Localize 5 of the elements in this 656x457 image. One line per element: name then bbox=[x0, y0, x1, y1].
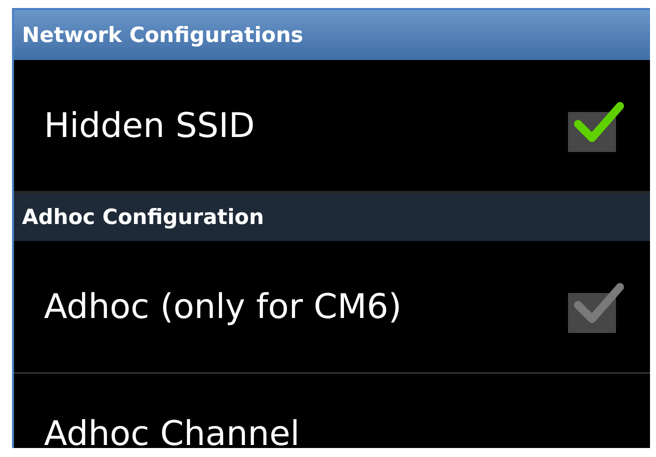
setting-label[interactable]: Adhoc Channel bbox=[44, 414, 300, 448]
setting-label: Hidden SSID bbox=[44, 106, 255, 146]
screen-title: Network Configurations bbox=[22, 23, 304, 47]
setting-label: Adhoc (only for CM6) bbox=[44, 286, 402, 326]
section-title: Adhoc Configuration bbox=[22, 205, 264, 229]
